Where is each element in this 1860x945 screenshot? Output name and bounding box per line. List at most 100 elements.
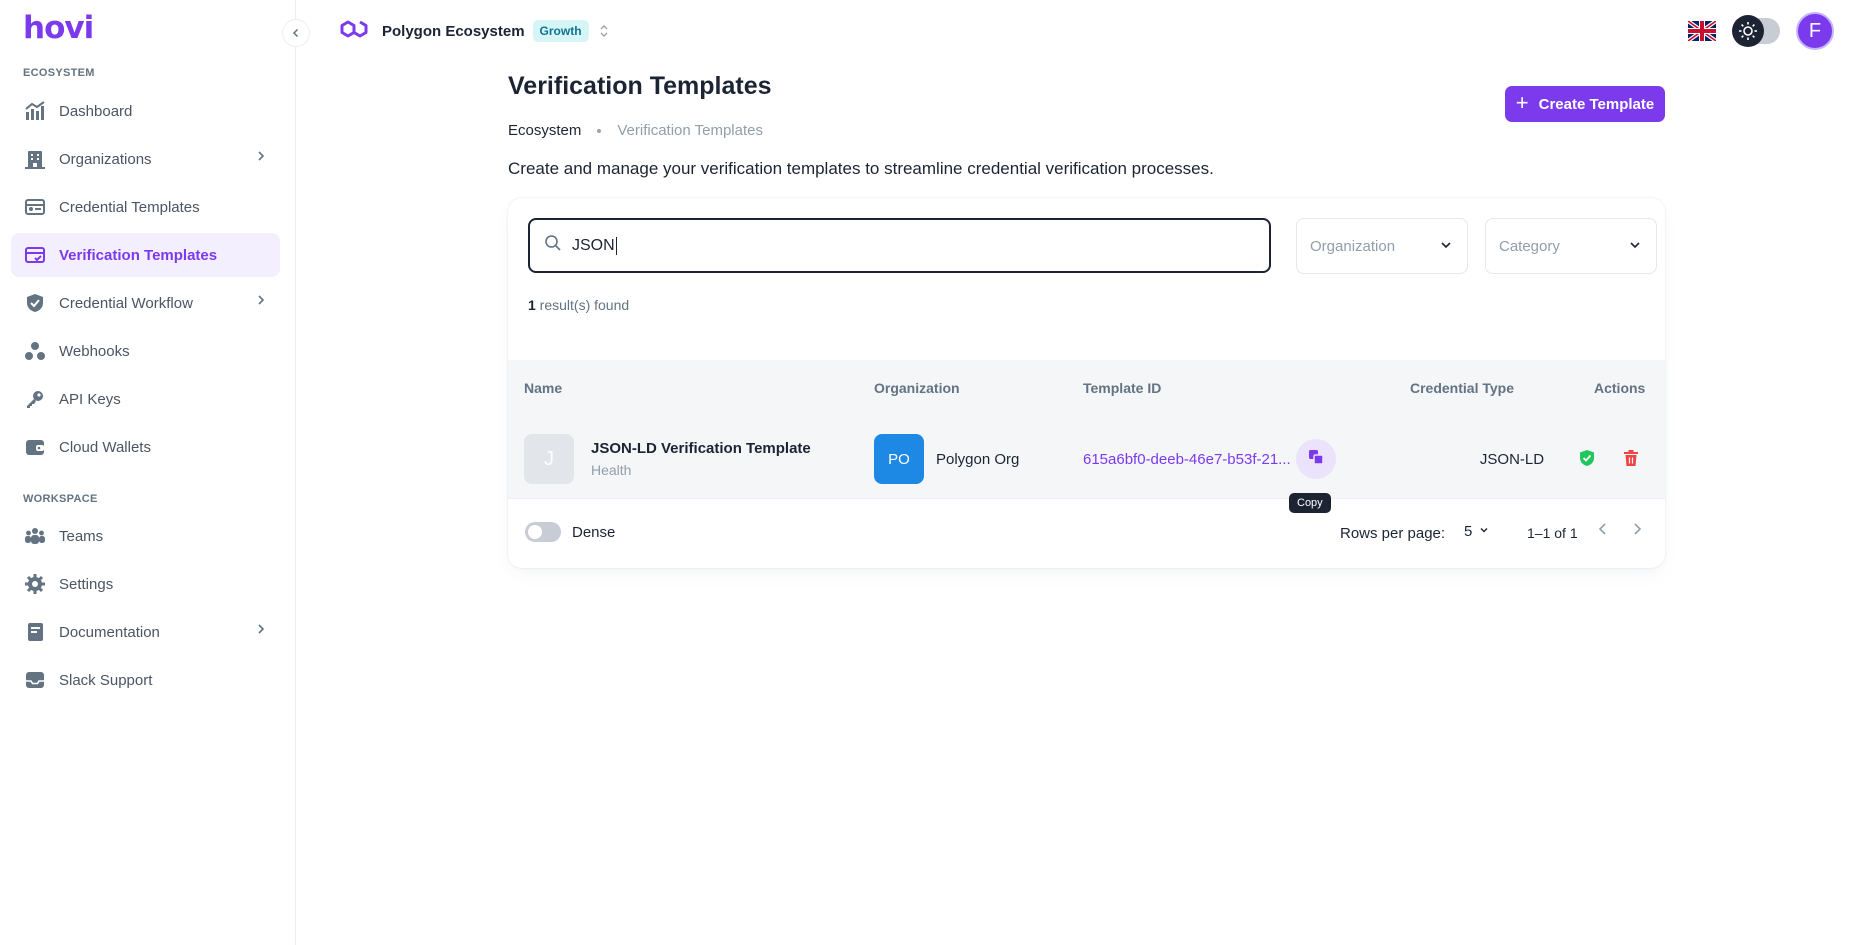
sidebar-item-label: Teams	[59, 527, 104, 545]
create-template-button[interactable]: + Create Template	[1505, 86, 1665, 122]
organization-select-placeholder: Organization	[1310, 237, 1396, 255]
category-select[interactable]: Category	[1485, 218, 1657, 274]
sidebar-item-label: Documentation	[59, 623, 160, 641]
templates-card: JSON Organization Category 1 result(s) f…	[508, 198, 1665, 568]
sidebar-item-cloud-wallets[interactable]: Cloud Wallets	[11, 425, 280, 469]
results-text: result(s) found	[535, 297, 630, 313]
building-icon	[24, 148, 46, 170]
plan-badge: Growth	[532, 20, 589, 42]
chevron-down-icon	[1628, 238, 1642, 256]
sidebar-item-label: Organizations	[59, 150, 152, 168]
page-description: Create and manage your verification temp…	[508, 159, 1214, 178]
column-header-credential-type[interactable]: Credential Type	[1410, 380, 1514, 396]
sidebar-item-credential-workflow[interactable]: Credential Workflow	[11, 281, 280, 325]
column-header-organization[interactable]: Organization	[874, 380, 960, 396]
template-avatar: J	[524, 434, 574, 484]
copy-icon	[1307, 448, 1325, 471]
verify-card-icon	[24, 244, 46, 266]
sidebar-item-verification-templates[interactable]: Verification Templates	[11, 233, 280, 277]
plus-icon: +	[1515, 90, 1529, 115]
hovi-logo[interactable]: hovi	[23, 10, 94, 46]
breadcrumb-link-ecosystem[interactable]: Ecosystem	[508, 122, 581, 139]
results-number: 1	[528, 297, 536, 313]
uk-flag-icon[interactable]	[1686, 19, 1718, 43]
rows-per-page-value: 5	[1464, 523, 1473, 540]
search-input-value: JSON	[572, 236, 615, 254]
sidebar-item-label: Credential Templates	[59, 198, 200, 216]
chevron-right-icon	[254, 622, 268, 640]
template-name[interactable]: JSON-LD Verification Template	[591, 440, 811, 457]
organization-avatar: PO	[874, 434, 924, 484]
user-avatar[interactable]: F	[1796, 12, 1834, 50]
sidebar-item-settings[interactable]: Settings	[11, 562, 280, 606]
chevron-down-icon	[1478, 523, 1490, 540]
dense-toggle-knob	[528, 525, 542, 539]
collapse-sidebar-button[interactable]	[282, 19, 310, 47]
verify-shield-icon[interactable]	[1577, 448, 1597, 473]
theme-toggle[interactable]	[1732, 15, 1780, 47]
search-input[interactable]: JSON	[528, 218, 1271, 273]
table-header: Name Organization Template ID Credential…	[508, 360, 1665, 419]
next-page-button[interactable]	[1629, 521, 1645, 542]
ecosystem-switcher[interactable]: Polygon Ecosystem Growth	[336, 14, 609, 48]
sidebar-item-label: Webhooks	[59, 342, 130, 360]
sidebar-item-webhooks[interactable]: Webhooks	[11, 329, 280, 373]
sidebar-item-label: Cloud Wallets	[59, 438, 151, 456]
webhook-icon	[24, 340, 46, 362]
sun-icon	[1732, 15, 1764, 47]
rows-per-page-select[interactable]: 5	[1464, 523, 1490, 540]
chart-icon	[24, 100, 46, 122]
dense-label: Dense	[572, 524, 616, 541]
organization-select[interactable]: Organization	[1296, 218, 1468, 274]
create-template-label: Create Template	[1538, 95, 1655, 113]
sidebar-item-api-keys[interactable]: API Keys	[11, 377, 280, 421]
sidebar-item-slack-support[interactable]: Slack Support	[11, 658, 280, 702]
breadcrumb-current: Verification Templates	[617, 122, 763, 139]
rows-per-page-label: Rows per page:	[1340, 525, 1446, 542]
chevron-updown-icon	[599, 23, 609, 39]
wallet-icon	[24, 436, 46, 458]
sidebar: hovi ECOSYSTEM Dashboard Organizations C…	[0, 0, 296, 945]
results-count: 1 result(s) found	[528, 297, 629, 313]
ecosystem-name: Polygon Ecosystem	[382, 22, 525, 40]
sidebar-item-label: Slack Support	[59, 671, 153, 689]
sidebar-item-credential-templates[interactable]: Credential Templates	[11, 185, 280, 229]
book-icon	[24, 621, 46, 643]
sidebar-item-documentation[interactable]: Documentation	[11, 610, 280, 654]
copy-tooltip: Copy	[1289, 493, 1331, 513]
people-icon	[24, 525, 46, 547]
template-category: Health	[591, 462, 632, 478]
page-title: Verification Templates	[508, 72, 772, 100]
copy-button[interactable]	[1296, 439, 1336, 479]
breadcrumb-separator	[597, 128, 602, 133]
polygon-logo-icon	[336, 14, 372, 49]
sidebar-item-label: Settings	[59, 575, 114, 593]
chevron-left-icon	[291, 26, 301, 41]
category-select-placeholder: Category	[1499, 237, 1560, 255]
sidebar-item-dashboard[interactable]: Dashboard	[11, 89, 280, 133]
sidebar-item-label: Credential Workflow	[59, 294, 193, 312]
template-id[interactable]: 615a6bf0-deeb-46e7-b53f-21...	[1083, 451, 1291, 468]
sidebar-item-teams[interactable]: Teams	[11, 514, 280, 558]
dense-toggle[interactable]	[525, 522, 561, 542]
chevron-right-icon	[254, 149, 268, 167]
previous-page-button[interactable]	[1595, 521, 1611, 542]
column-header-actions: Actions	[1594, 380, 1646, 396]
gear-icon	[24, 573, 46, 595]
search-icon	[544, 234, 562, 257]
table-row[interactable]: J JSON-LD Verification Template Health P…	[508, 419, 1665, 499]
shield-check-icon	[24, 292, 46, 314]
column-header-name[interactable]: Name	[524, 380, 562, 396]
topbar-actions: F	[1686, 12, 1834, 50]
credential-card-icon	[24, 196, 46, 218]
text-cursor	[615, 236, 617, 255]
chevron-down-icon	[1439, 238, 1453, 256]
sidebar-item-label: Dashboard	[59, 102, 133, 120]
section-label-workspace: WORKSPACE	[23, 493, 98, 505]
trash-icon[interactable]	[1621, 448, 1641, 473]
sidebar-item-organizations[interactable]: Organizations	[11, 137, 280, 181]
table-footer: Dense Rows per page: 5 1–1 of 1	[508, 499, 1665, 565]
sidebar-item-label: Verification Templates	[59, 246, 218, 264]
column-header-template-id[interactable]: Template ID	[1083, 380, 1161, 396]
chevron-right-icon	[254, 293, 268, 311]
